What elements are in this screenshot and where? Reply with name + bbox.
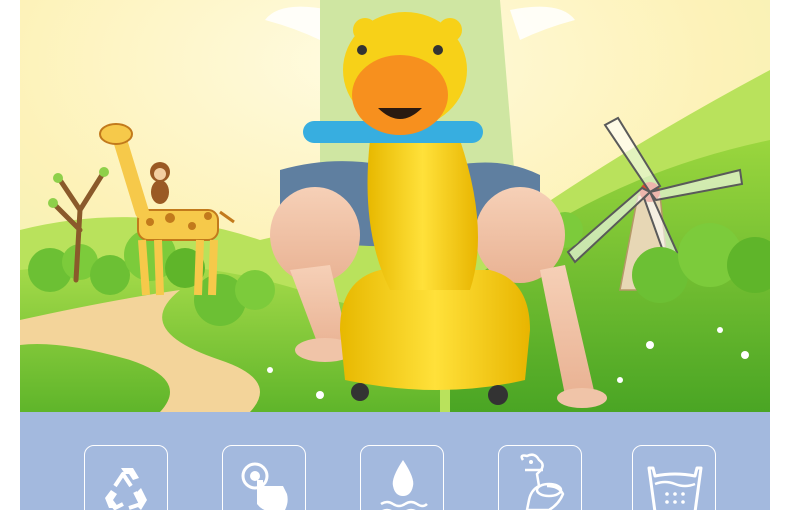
hero-banner (20, 0, 770, 412)
feature-band (20, 412, 770, 510)
toy-face (352, 55, 448, 135)
washable-basin-icon (647, 466, 703, 510)
feature-tile-water (360, 445, 444, 510)
hero-illustration (20, 0, 770, 412)
recycle-icon (105, 468, 147, 510)
feature-tile-wash (632, 445, 716, 510)
feature-tile-potty (498, 445, 582, 510)
touch-button-icon (241, 462, 288, 510)
feature-tile-touch (222, 445, 306, 510)
feature-tile-recycle (84, 445, 168, 510)
potty-seat-icon (520, 453, 565, 510)
water-drop-icon (380, 460, 428, 510)
